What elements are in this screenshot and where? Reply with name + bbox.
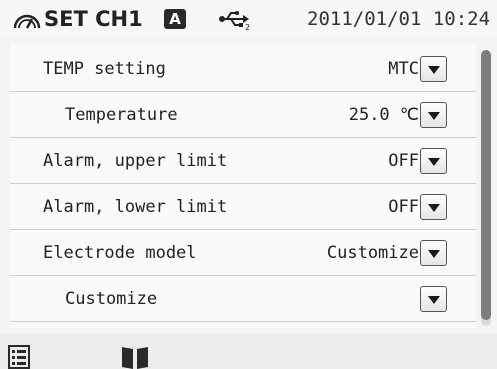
row-value: Customize xyxy=(326,243,419,263)
chevron-down-icon xyxy=(428,204,440,212)
scrollbar[interactable] xyxy=(481,50,491,326)
usb-icon: 2 xyxy=(219,11,250,31)
scrollbar-thumb[interactable] xyxy=(481,50,491,321)
screen-title: SET CH1 xyxy=(44,7,143,31)
svg-text:2: 2 xyxy=(245,23,250,31)
chevron-down-icon xyxy=(428,158,440,166)
row-label: Electrode model xyxy=(43,243,197,263)
datetime: 2011/01/01 10:24 xyxy=(307,8,491,30)
row-label: Alarm, lower limit xyxy=(43,197,228,217)
row-label: Temperature xyxy=(65,105,178,125)
row-value: MTC xyxy=(388,59,419,79)
chevron-down-icon xyxy=(428,250,440,258)
row-value: OFF xyxy=(388,197,419,217)
instrument-gauge-icon xyxy=(13,14,41,29)
dropdown-button[interactable] xyxy=(420,240,447,266)
manual-book-icon[interactable] xyxy=(121,345,149,369)
bottom-toolbar xyxy=(0,333,497,369)
chevron-down-icon xyxy=(428,296,440,304)
dropdown-button[interactable] xyxy=(420,286,447,312)
dropdown-button[interactable] xyxy=(420,102,447,128)
dropdown-button[interactable] xyxy=(420,56,447,82)
setting-row-electrode-model[interactable]: Electrode model Customize xyxy=(10,230,476,276)
settings-list: TEMP setting MTC Temperature 25.0 ℃ Alar… xyxy=(10,44,476,328)
setting-row-customize[interactable]: Customize xyxy=(10,276,476,322)
row-label: Alarm, upper limit xyxy=(43,151,228,171)
status-bar: SET CH1 A 2 2011/01/01 10:24 xyxy=(0,0,497,38)
dropdown-button[interactable] xyxy=(420,194,447,220)
setting-row-alarm-lower[interactable]: Alarm, lower limit OFF xyxy=(10,184,476,230)
setting-row-temp-setting[interactable]: TEMP setting MTC xyxy=(10,46,476,92)
menu-list-icon[interactable] xyxy=(8,345,30,369)
dropdown-button[interactable] xyxy=(420,148,447,174)
setting-row-temperature[interactable]: Temperature 25.0 ℃ xyxy=(10,92,476,138)
setting-row-alarm-upper[interactable]: Alarm, upper limit OFF xyxy=(10,138,476,184)
chevron-down-icon xyxy=(428,66,440,74)
mode-badge: A xyxy=(164,9,186,29)
chevron-down-icon xyxy=(428,112,440,120)
row-value: 25.0 ℃ xyxy=(348,105,419,125)
row-label: TEMP setting xyxy=(43,59,166,79)
row-label: Customize xyxy=(65,289,158,309)
row-value: OFF xyxy=(388,151,419,171)
